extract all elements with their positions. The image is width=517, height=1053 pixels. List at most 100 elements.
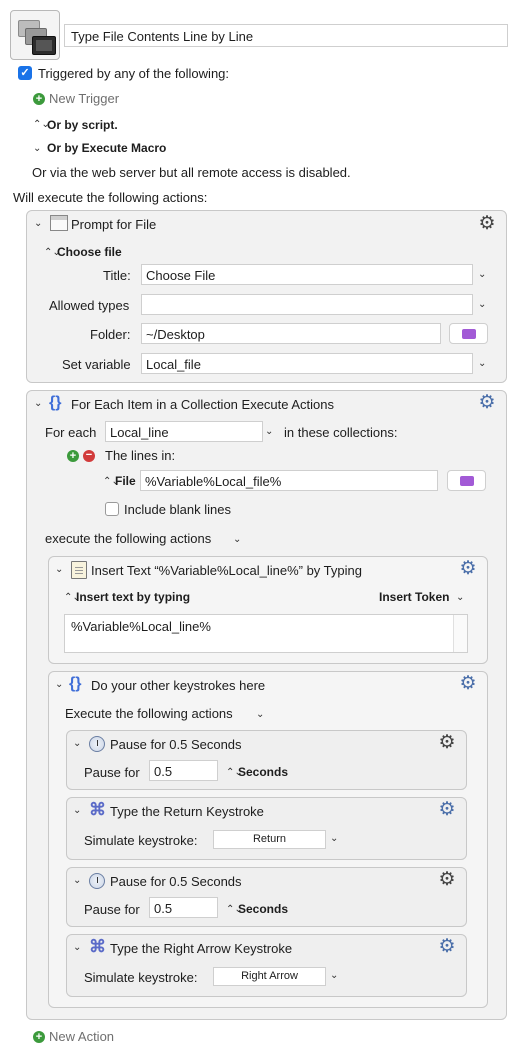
execute-following-label[interactable]: execute the following actions <box>45 531 211 546</box>
keystroke-dropdown-icon[interactable]: ⌄ <box>330 970 338 981</box>
insert-text-value: %Variable%Local_line% <box>71 619 211 634</box>
insert-text-action[interactable]: ⌄ Insert Text “%Variable%Local_line%” by… <box>48 556 488 664</box>
title-label: Title: <box>103 268 131 283</box>
group-execute-label[interactable]: Execute the following actions <box>65 706 233 721</box>
insert-token-chevron-icon[interactable]: ⌄ <box>456 592 464 603</box>
command-key-icon: ⌘ <box>89 800 106 819</box>
add-collection-icon[interactable]: + <box>67 450 79 462</box>
macro-icon[interactable] <box>10 10 60 60</box>
folder-picker-button[interactable] <box>449 323 488 344</box>
pause-for-label: Pause for <box>84 902 140 917</box>
insert-token-menu[interactable]: Insert Token <box>379 590 449 604</box>
title-input[interactable]: Choose File <box>141 264 473 285</box>
set-variable-label: Set variable <box>62 357 131 372</box>
gear-icon[interactable]: ⚙ <box>438 937 456 956</box>
insert-mode[interactable]: Insert text by typing <box>76 590 190 604</box>
clipboard-icon <box>71 561 87 579</box>
simulate-keystroke-label: Simulate keystroke: <box>84 970 198 985</box>
pause-for-label: Pause for <box>84 765 140 780</box>
pause-value-input[interactable]: 0.5 <box>149 760 218 781</box>
gear-icon[interactable]: ⚙ <box>478 393 496 412</box>
file-picker-button[interactable] <box>447 470 486 491</box>
keystroke-field[interactable]: Return <box>213 830 326 849</box>
collapse-chevron-icon[interactable]: ⌄ <box>73 805 81 816</box>
web-server-note: Or via the web server but all remote acc… <box>32 165 351 180</box>
pause-value-input[interactable]: 0.5 <box>149 897 218 918</box>
allowed-types-input[interactable] <box>141 294 473 315</box>
remove-collection-icon[interactable]: − <box>83 450 95 462</box>
gear-icon[interactable]: ⚙ <box>438 870 456 889</box>
macro-name-field[interactable]: Type File Contents Line by Line <box>64 24 508 47</box>
action-title: For Each Item in a Collection Execute Ac… <box>71 397 335 412</box>
collapse-chevron-icon[interactable]: ⌄ <box>34 398 42 409</box>
include-blank-checkbox[interactable] <box>105 502 119 516</box>
action-title: Pause for 0.5 Seconds <box>110 874 242 889</box>
gear-icon[interactable]: ⚙ <box>438 800 456 819</box>
prompt-for-file-action[interactable]: ⌄ Prompt for File ⚙ ⌃⌄ Choose file Title… <box>26 210 507 383</box>
for-each-variable-input[interactable]: Local_line <box>105 421 263 442</box>
new-action-link[interactable]: New Action <box>49 1029 114 1044</box>
execute-chevron-icon[interactable]: ⌄ <box>233 534 241 545</box>
will-execute-heading: Will execute the following actions: <box>13 190 208 205</box>
for-each-label: For each <box>45 425 97 440</box>
allowed-types-label: Allowed types <box>49 298 130 313</box>
pause-unit[interactable]: Seconds <box>238 902 288 916</box>
set-variable-input[interactable]: Local_file <box>141 353 473 374</box>
group-execute-chevron-icon[interactable]: ⌄ <box>256 709 264 720</box>
group-action[interactable]: ⌄ {} Do your other keystrokes here ⚙ Exe… <box>48 671 488 1008</box>
gear-icon[interactable]: ⚙ <box>478 214 496 233</box>
keystroke-action-1[interactable]: ⌄ ⌘ Type the Return Keystroke ⚙ Simulate… <box>66 797 467 860</box>
execute-macro-chevron-icon[interactable]: ⌄ <box>33 143 41 154</box>
set-variable-dropdown-icon[interactable]: ⌄ <box>478 358 486 369</box>
choose-file-mode[interactable]: Choose file <box>57 245 122 259</box>
collapse-chevron-icon[interactable]: ⌄ <box>55 679 63 690</box>
file-source-label[interactable]: File <box>115 474 136 488</box>
lines-in-label: The lines in: <box>105 448 176 463</box>
keystroke-field[interactable]: Right Arrow <box>213 967 326 986</box>
file-path-input[interactable]: %Variable%Local_file% <box>140 470 438 491</box>
collapse-chevron-icon[interactable]: ⌄ <box>73 875 81 886</box>
or-by-execute-macro[interactable]: Or by Execute Macro <box>47 141 166 155</box>
folder-input[interactable]: ~/Desktop <box>141 323 441 344</box>
simulate-keystroke-label: Simulate keystroke: <box>84 833 198 848</box>
action-title: Insert Text “%Variable%Local_line%” by T… <box>91 563 362 578</box>
variable-dropdown-icon[interactable]: ⌄ <box>265 426 273 437</box>
action-title: Type the Right Arrow Keystroke <box>110 941 293 956</box>
folder-label: Folder: <box>90 327 131 342</box>
new-trigger-plus-icon[interactable]: + <box>33 93 45 105</box>
allowed-types-dropdown-icon[interactable]: ⌄ <box>478 299 486 310</box>
triggered-checkbox[interactable]: ✓ <box>18 66 32 80</box>
gear-icon[interactable]: ⚙ <box>438 733 456 752</box>
collapse-chevron-icon[interactable]: ⌄ <box>73 942 81 953</box>
collapse-chevron-icon[interactable]: ⌄ <box>73 738 81 749</box>
text-area-scrollbar[interactable] <box>453 615 467 652</box>
new-action-plus-icon[interactable]: + <box>33 1031 45 1043</box>
command-key-icon: ⌘ <box>89 937 106 956</box>
action-title: Do your other keystrokes here <box>91 678 266 693</box>
new-trigger-link[interactable]: New Trigger <box>49 91 119 106</box>
braces-icon: {} <box>49 394 62 411</box>
clock-icon <box>89 873 105 889</box>
pause-action-2[interactable]: ⌄ Pause for 0.5 Seconds ⚙ Pause for 0.5 … <box>66 867 467 927</box>
collapse-chevron-icon[interactable]: ⌄ <box>55 564 63 575</box>
keystroke-dropdown-icon[interactable]: ⌄ <box>330 833 338 844</box>
keystroke-action-2[interactable]: ⌄ ⌘ Type the Right Arrow Keystroke ⚙ Sim… <box>66 934 467 997</box>
gear-icon[interactable]: ⚙ <box>459 559 477 578</box>
gear-icon[interactable]: ⚙ <box>459 674 477 693</box>
or-by-script[interactable]: Or by script. <box>47 118 118 132</box>
pause-action-1[interactable]: ⌄ Pause for 0.5 Seconds ⚙ Pause for 0.5 … <box>66 730 467 790</box>
insert-text-area[interactable]: %Variable%Local_line% <box>64 614 468 653</box>
triggered-label: Triggered by any of the following: <box>38 66 230 81</box>
for-each-action[interactable]: ⌄ {} For Each Item in a Collection Execu… <box>26 390 507 1020</box>
action-title: Pause for 0.5 Seconds <box>110 737 242 752</box>
window-icon <box>50 215 68 231</box>
braces-icon: {} <box>69 675 82 692</box>
in-collections-label: in these collections: <box>284 425 398 440</box>
action-title: Prompt for File <box>71 217 157 232</box>
clock-icon <box>89 736 105 752</box>
collapse-chevron-icon[interactable]: ⌄ <box>34 218 42 229</box>
action-title: Type the Return Keystroke <box>110 804 264 819</box>
title-dropdown-icon[interactable]: ⌄ <box>478 269 486 280</box>
pause-unit[interactable]: Seconds <box>238 765 288 779</box>
include-blank-label: Include blank lines <box>124 502 231 517</box>
